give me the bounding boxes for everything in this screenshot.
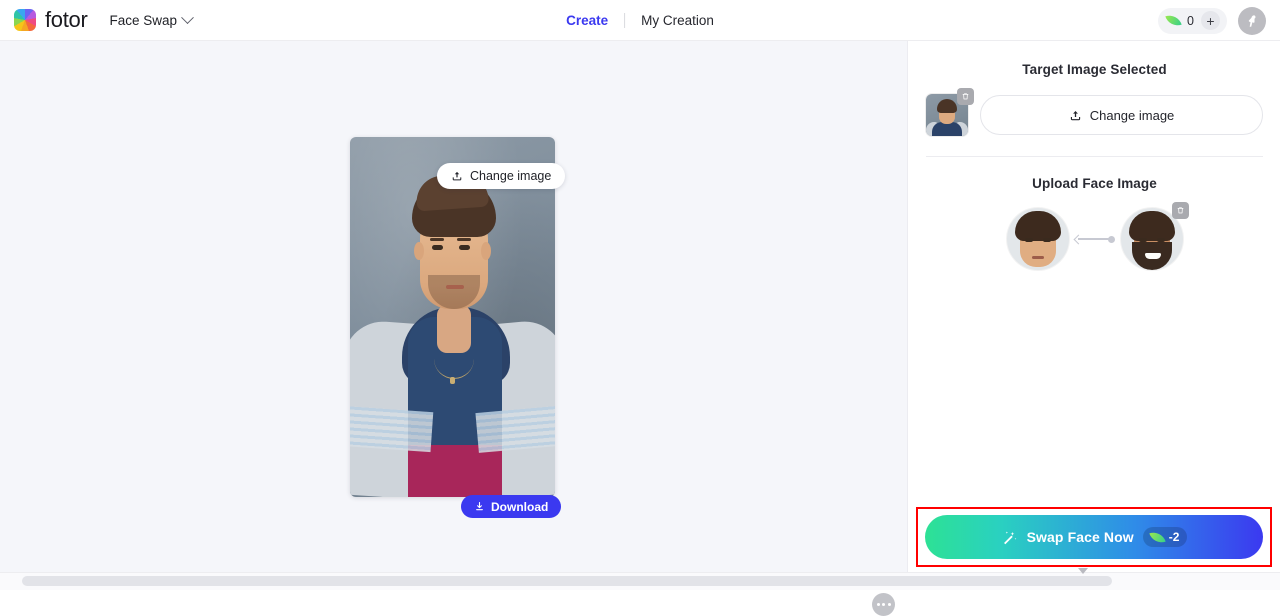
add-credits-button[interactable]: + — [1201, 11, 1220, 30]
target-change-image-button[interactable]: Change image — [980, 95, 1263, 135]
magic-wand-icon — [1003, 530, 1017, 544]
source-face-delete-button[interactable] — [1171, 202, 1189, 219]
thumb-body — [932, 122, 962, 136]
face-slot-source[interactable] — [1120, 202, 1189, 270]
upload-face-section: Upload Face Image — [909, 157, 1280, 270]
change-image-overlay-label: Change image — [470, 169, 552, 183]
tool-selector-label: Face Swap — [109, 12, 178, 28]
brand-name: fotor — [45, 7, 88, 32]
necklace-pendant — [450, 377, 455, 384]
swap-face-now-label: Swap Face Now — [1026, 529, 1134, 545]
eye-left — [432, 245, 443, 250]
target-face-thumbnail — [1006, 208, 1069, 270]
eyebrow-right — [457, 238, 471, 241]
ear-right — [481, 242, 491, 260]
swap-face-now-button[interactable]: Swap Face Now -2 — [925, 515, 1263, 559]
target-image-row: Change image — [909, 88, 1280, 136]
more-dot-3 — [887, 603, 891, 606]
target-section-title: Target Image Selected — [1022, 62, 1167, 77]
scroll-caret-icon — [1078, 568, 1088, 574]
credit-balance-pill[interactable]: 0 + — [1158, 7, 1227, 34]
face-pair-row — [909, 202, 1280, 270]
top-bar-right: 0 + — [1158, 0, 1266, 41]
arrow-left-connector-icon — [1069, 229, 1121, 249]
swap-cost-value: -2 — [1168, 530, 1180, 544]
source-face-hair — [1128, 211, 1175, 241]
eyebrow-left — [430, 238, 444, 241]
source-face-eye-left — [1138, 238, 1147, 242]
nav-link-create[interactable]: Create — [550, 13, 624, 28]
download-label: Download — [491, 499, 549, 514]
download-icon — [476, 502, 483, 511]
source-face-eye-right — [1156, 238, 1165, 242]
eye-right — [459, 245, 470, 250]
target-image-section: Target Image Selected Change image — [909, 41, 1280, 157]
ear-left — [414, 242, 424, 260]
connector-arrowhead — [1073, 234, 1083, 244]
upload-icon — [1070, 110, 1080, 120]
preview-image-container[interactable] — [350, 137, 555, 497]
top-bar: fotor Face Swap Create My Creation 0 + — [0, 0, 1280, 41]
bird-avatar-icon — [1248, 14, 1256, 27]
fotor-color-wheel-logo-icon — [14, 9, 36, 31]
nav-link-my-creation[interactable]: My Creation — [625, 13, 730, 28]
hoodie-stripes-left — [350, 405, 434, 453]
swap-cost-badge: -2 — [1142, 527, 1188, 547]
upload-face-section-title: Upload Face Image — [1032, 176, 1157, 191]
target-face-mouth — [1031, 256, 1044, 259]
hoodie-stripes-right — [475, 405, 555, 453]
target-thumbnail-delete-button[interactable] — [957, 88, 974, 105]
tool-selector-face-swap[interactable]: Face Swap — [109, 10, 194, 28]
target-face-hair — [1014, 211, 1061, 241]
connector-dot — [1107, 235, 1115, 243]
face-slot-target[interactable] — [1006, 208, 1069, 270]
horizontal-scrollbar-thumb[interactable] — [22, 576, 1112, 586]
magenta-shirt-band — [408, 445, 502, 497]
more-dot-2 — [882, 603, 885, 606]
center-nav: Create My Creation — [550, 0, 730, 41]
right-panel: Target Image Selected Change image Uploa… — [909, 41, 1280, 572]
brand[interactable]: fotor — [14, 7, 88, 33]
leaf-icon — [1165, 12, 1182, 29]
change-image-overlay-button[interactable]: Change image — [437, 163, 566, 189]
target-change-image-label: Change image — [1089, 107, 1175, 123]
canvas-area: Change image Download — [0, 41, 908, 616]
target-face-eye-left — [1024, 238, 1033, 242]
thumb-hair — [937, 99, 957, 113]
avatar[interactable] — [1238, 6, 1266, 35]
upload-icon — [452, 171, 462, 181]
more-dot-1 — [876, 603, 880, 606]
target-face-eye-right — [1042, 238, 1051, 242]
preview-image — [350, 137, 555, 497]
neck — [437, 305, 471, 353]
credit-count: 0 — [1187, 13, 1194, 28]
chevron-down-icon — [181, 10, 194, 24]
source-face-smile — [1144, 253, 1161, 259]
trash-icon — [1177, 207, 1183, 214]
more-options-button[interactable] — [872, 593, 895, 616]
leaf-icon — [1149, 528, 1166, 546]
trash-icon — [962, 93, 969, 100]
mouth — [446, 285, 464, 289]
download-button[interactable]: Download — [461, 495, 562, 518]
target-thumbnail-wrap[interactable] — [926, 88, 974, 136]
